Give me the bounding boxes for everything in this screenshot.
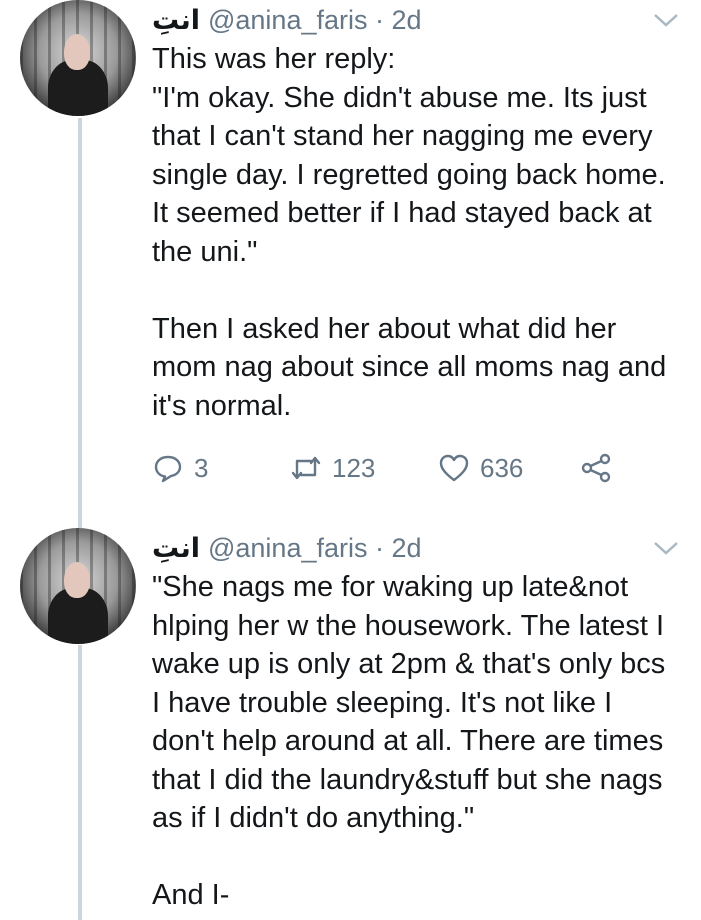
display-name[interactable]: انتِ (152, 533, 200, 563)
tweet-actions: 3 123 636 (152, 452, 612, 484)
share-button[interactable] (580, 452, 612, 484)
tweet: انتِ @anina_faris · 2d This was her reply… (152, 2, 681, 425)
chevron-down-icon[interactable] (651, 10, 681, 30)
timestamp[interactable]: · 2d (375, 5, 422, 35)
avatar[interactable] (20, 0, 136, 116)
tweet-header: انتِ @anina_faris · 2d (152, 2, 681, 38)
thread-line (78, 645, 82, 920)
tweet: انتِ @anina_faris · 2d "She nags me for w… (152, 530, 681, 915)
chevron-down-icon[interactable] (651, 538, 681, 558)
reply-count: 3 (194, 452, 209, 483)
retweet-icon (291, 456, 321, 480)
tweet-text: "She nags me for waking up late&not hlpi… (152, 571, 666, 911)
reply-button[interactable]: 3 (152, 452, 290, 484)
retweet-count: 123 (332, 452, 376, 483)
reply-icon (154, 455, 182, 483)
tweet-header: انتِ @anina_faris · 2d (152, 530, 681, 566)
like-count: 636 (480, 452, 524, 483)
like-button[interactable]: 636 (438, 452, 580, 484)
retweet-button[interactable]: 123 (290, 452, 438, 484)
timestamp[interactable]: · 2d (375, 533, 422, 563)
avatar[interactable] (20, 528, 136, 644)
display-name[interactable]: انتِ (152, 5, 200, 35)
thread-line (78, 118, 82, 528)
handle[interactable]: @anina_faris (208, 5, 368, 35)
heart-icon (439, 454, 469, 482)
share-icon (581, 453, 611, 483)
handle[interactable]: @anina_faris (208, 533, 368, 563)
tweet-text: This was her reply: "I'm okay. She didn'… (152, 43, 667, 422)
